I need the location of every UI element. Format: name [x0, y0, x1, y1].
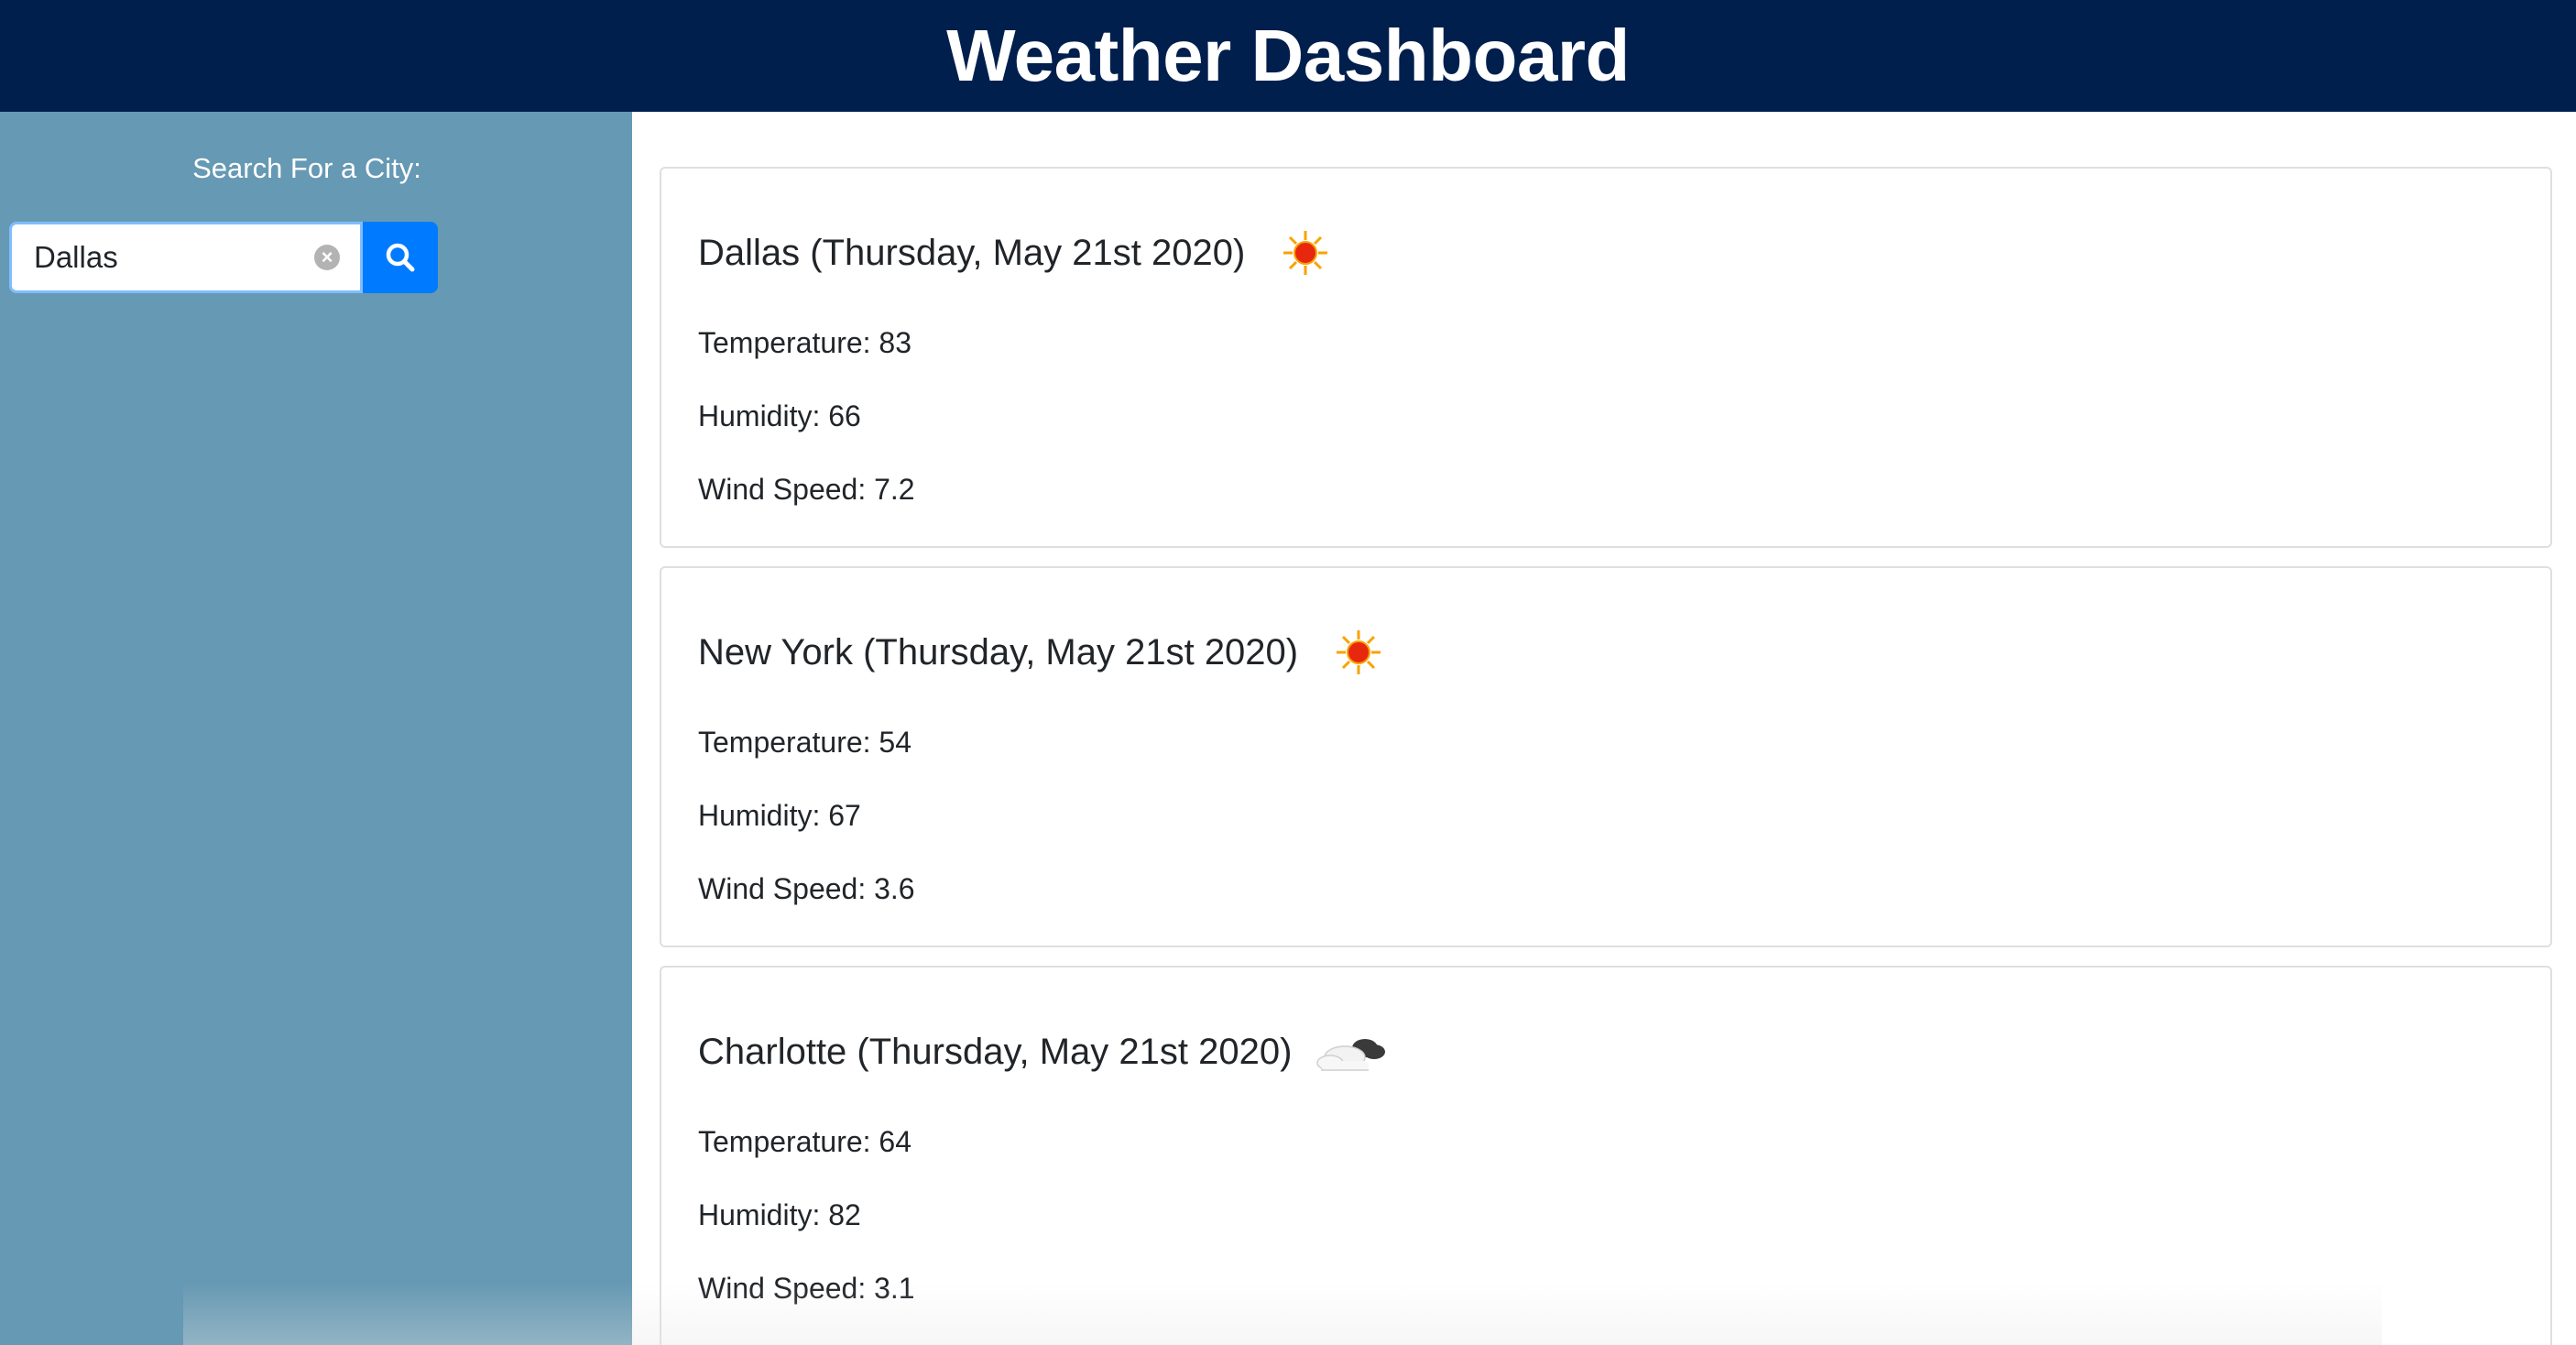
cloud-icon [1316, 1039, 1386, 1071]
weather-card: New York (Thursday, May 21st 2020) Tempe… [660, 566, 2552, 947]
city-date-title: Charlotte (Thursday, May 21st 2020) [698, 1031, 1293, 1072]
humidity-text: Humidity: 66 [698, 399, 861, 432]
weather-card: Dallas (Thursday, May 21st 2020) Tempera… [660, 167, 2552, 548]
sun-icon [1283, 231, 1328, 275]
temperature-text: Temperature: 54 [698, 726, 912, 759]
city-date-title: New York (Thursday, May 21st 2020) [698, 631, 1299, 672]
search-bar: × [9, 222, 438, 293]
search-input[interactable] [12, 224, 309, 290]
main-content: Dallas (Thursday, May 21st 2020) Tempera… [632, 112, 2576, 1345]
clear-icon[interactable]: × [314, 245, 340, 270]
page-header: Weather Dashboard [0, 0, 2576, 112]
weather-card: Charlotte (Thursday, May 21st 2020) Temp… [660, 966, 2552, 1345]
card-title: Charlotte (Thursday, May 21st 2020) [698, 1024, 1391, 1079]
search-label: Search For a City: [192, 152, 421, 184]
search-button[interactable] [363, 222, 438, 293]
humidity-text: Humidity: 82 [698, 1198, 861, 1231]
humidity-text: Humidity: 67 [698, 799, 861, 832]
wind-speed-text: Wind Speed: 7.2 [698, 473, 915, 506]
card-title: New York (Thursday, May 21st 2020) [698, 625, 1386, 680]
sidebar: Search For a City: × [0, 112, 632, 1345]
temperature-text: Temperature: 83 [698, 326, 912, 359]
search-input-wrapper: × [9, 222, 363, 293]
page-title: Weather Dashboard [946, 15, 1630, 96]
card-title: Dallas (Thursday, May 21st 2020) [698, 225, 1333, 280]
city-date-title: Dallas (Thursday, May 21st 2020) [698, 232, 1246, 273]
wind-speed-text: Wind Speed: 3.1 [698, 1272, 915, 1305]
sun-icon [1337, 630, 1381, 674]
wind-speed-text: Wind Speed: 3.6 [698, 872, 915, 905]
search-icon [386, 243, 415, 272]
temperature-text: Temperature: 64 [698, 1125, 912, 1158]
